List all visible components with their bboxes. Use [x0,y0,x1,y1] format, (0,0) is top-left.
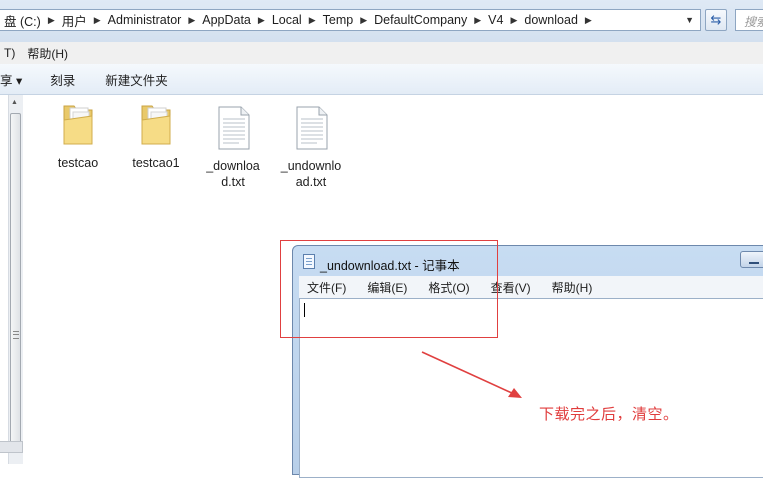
annotation-arrow-icon [421,351,522,398]
annotation-note: 下载完之后，清空。 [539,406,679,423]
